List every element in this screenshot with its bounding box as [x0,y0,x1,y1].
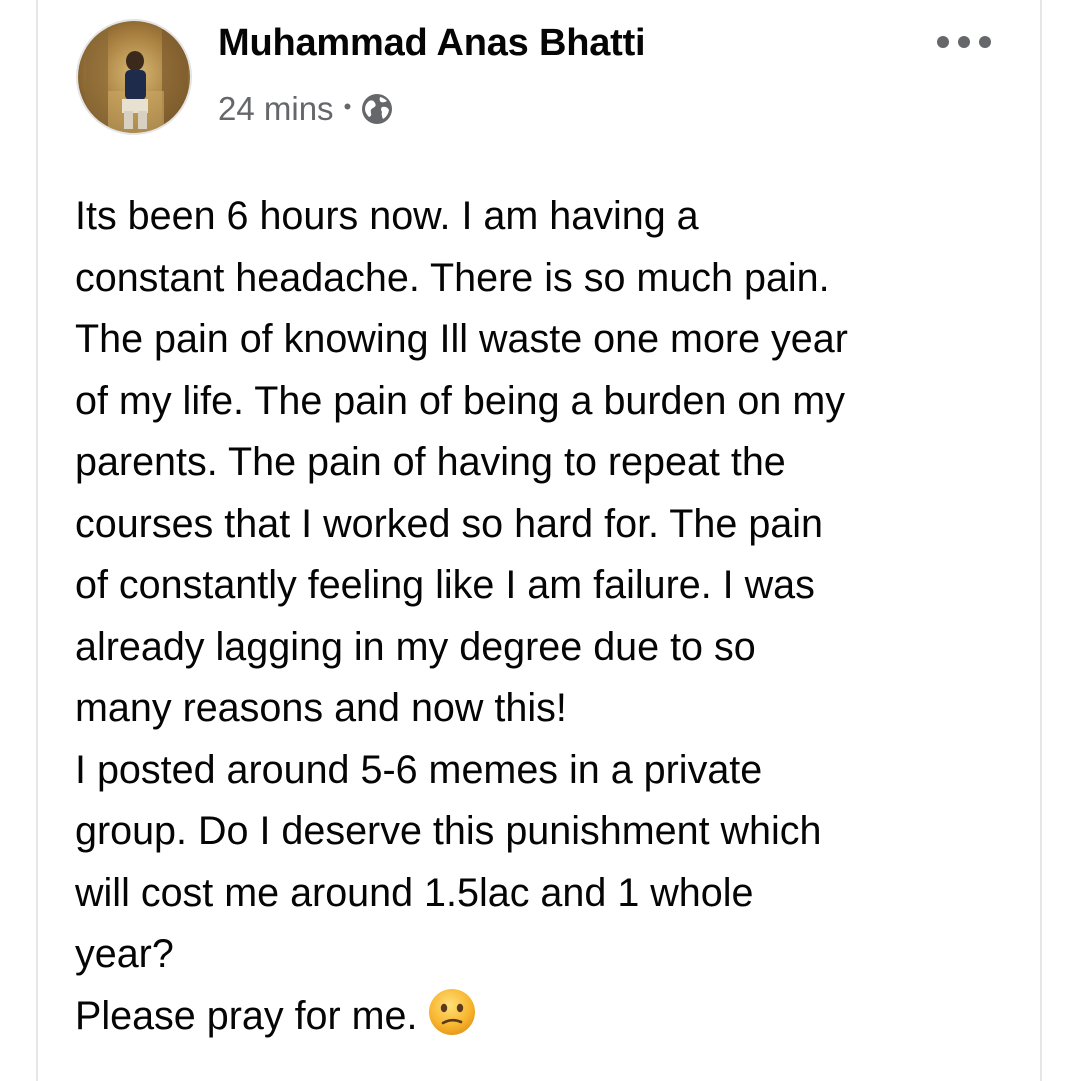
post-card: Muhammad Anas Bhatti 24 mins • Its been … [36,0,1042,1081]
more-options-button[interactable] [928,22,1000,62]
post-text-line: of my life. The pain of being a burden o… [75,378,845,423]
post-meta: 24 mins • [218,87,394,131]
post-text-line: The pain of knowing Ill waste one more y… [75,317,848,361]
post-text-line: courses that I worked so hard for. The p… [75,501,823,546]
more-options-icon [937,36,991,48]
post-text-line: group. Do I deserve this punishment whic… [75,809,822,853]
author-avatar[interactable] [76,19,192,135]
post-text-line: already lagging in my degree due to so [75,624,756,669]
post-text-line: Please pray for me. [75,993,418,1038]
post-text: Its been 6 hours now. I am having a cons… [75,186,1025,1047]
post-text-line: of constantly feeling like I am failure.… [75,563,815,607]
post-timestamp[interactable]: 24 mins [218,90,334,128]
post-text-line: will cost me around 1.5lac and 1 whole [75,870,754,915]
post-text-line: Its been 6 hours now. I am having a [75,194,699,238]
post-text-line: constant headache. There is so much pain… [75,255,830,300]
post-text-line: many reasons and now this! [75,686,567,730]
post-text-line: parents. The pain of having to repeat th… [75,440,786,484]
post-text-line: I posted around 5-6 memes in a private [75,747,763,792]
post-text-last-line: Please pray for me. [75,986,1025,1048]
meta-separator: • [343,94,352,119]
post-header: Muhammad Anas Bhatti 24 mins • [38,0,1040,150]
globe-icon[interactable] [360,92,394,126]
confused-face-emoji-icon [427,987,477,1037]
author-name[interactable]: Muhammad Anas Bhatti [218,22,646,65]
post-text-line: year? [75,932,174,976]
